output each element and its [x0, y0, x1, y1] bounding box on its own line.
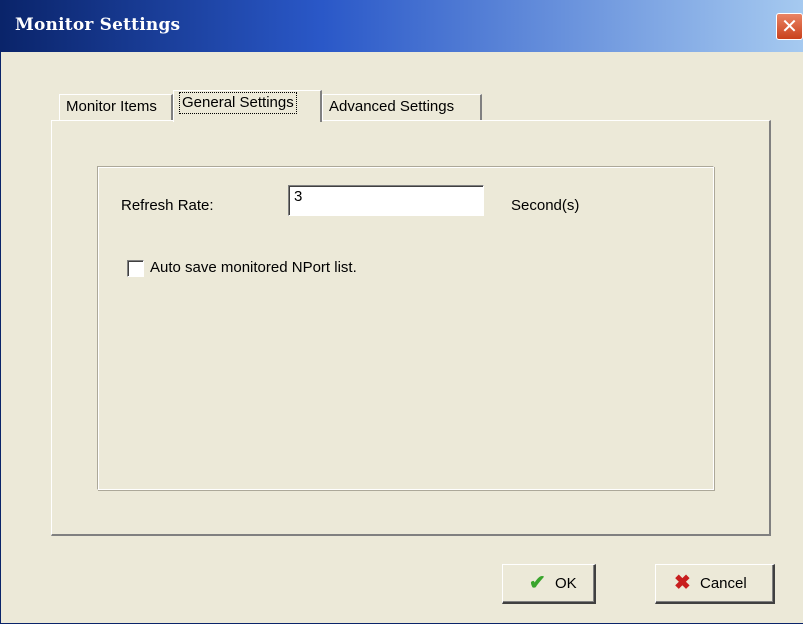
ok-button[interactable]: ✔ OK: [502, 564, 596, 604]
tab-advanced-settings[interactable]: Advanced Settings: [322, 94, 482, 120]
cancel-button[interactable]: ✖ Cancel: [655, 564, 775, 604]
refresh-rate-label: Refresh Rate:: [121, 197, 214, 214]
close-icon: ✕: [781, 14, 798, 38]
auto-save-checkbox[interactable]: [127, 260, 144, 277]
dialog-window: Monitor Settings ✕ Monitor Items General…: [0, 0, 803, 624]
tab-label: General Settings: [179, 92, 297, 114]
tab-label: Monitor Items: [66, 98, 157, 115]
x-icon: ✖: [674, 572, 691, 594]
tab-general-settings[interactable]: General Settings: [173, 90, 322, 122]
cancel-button-label: Cancel: [700, 575, 747, 592]
tab-label: Advanced Settings: [329, 98, 455, 115]
tab-monitor-items[interactable]: Monitor Items: [59, 94, 173, 120]
title-bar[interactable]: Monitor Settings ✕: [1, 0, 803, 52]
ok-button-label: OK: [555, 575, 577, 592]
refresh-rate-unit: Second(s): [511, 197, 580, 214]
refresh-rate-input[interactable]: 3: [288, 185, 484, 216]
auto-save-label[interactable]: Auto save monitored NPort list.: [150, 259, 357, 276]
close-button[interactable]: ✕: [776, 13, 803, 40]
check-icon: ✔: [529, 572, 546, 594]
window-title: Monitor Settings: [15, 15, 181, 35]
